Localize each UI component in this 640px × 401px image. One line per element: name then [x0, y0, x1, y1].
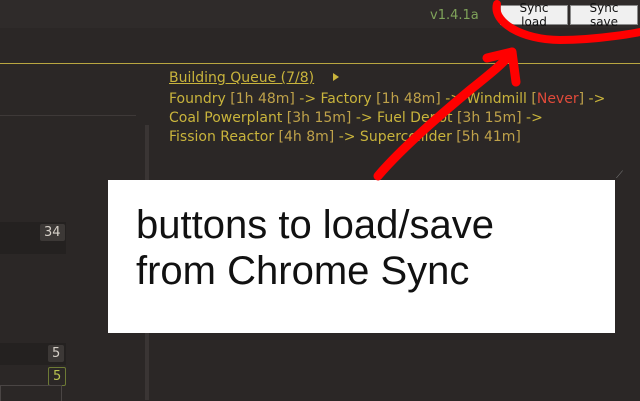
annotation-arrow-icon: [373, 0, 640, 181]
